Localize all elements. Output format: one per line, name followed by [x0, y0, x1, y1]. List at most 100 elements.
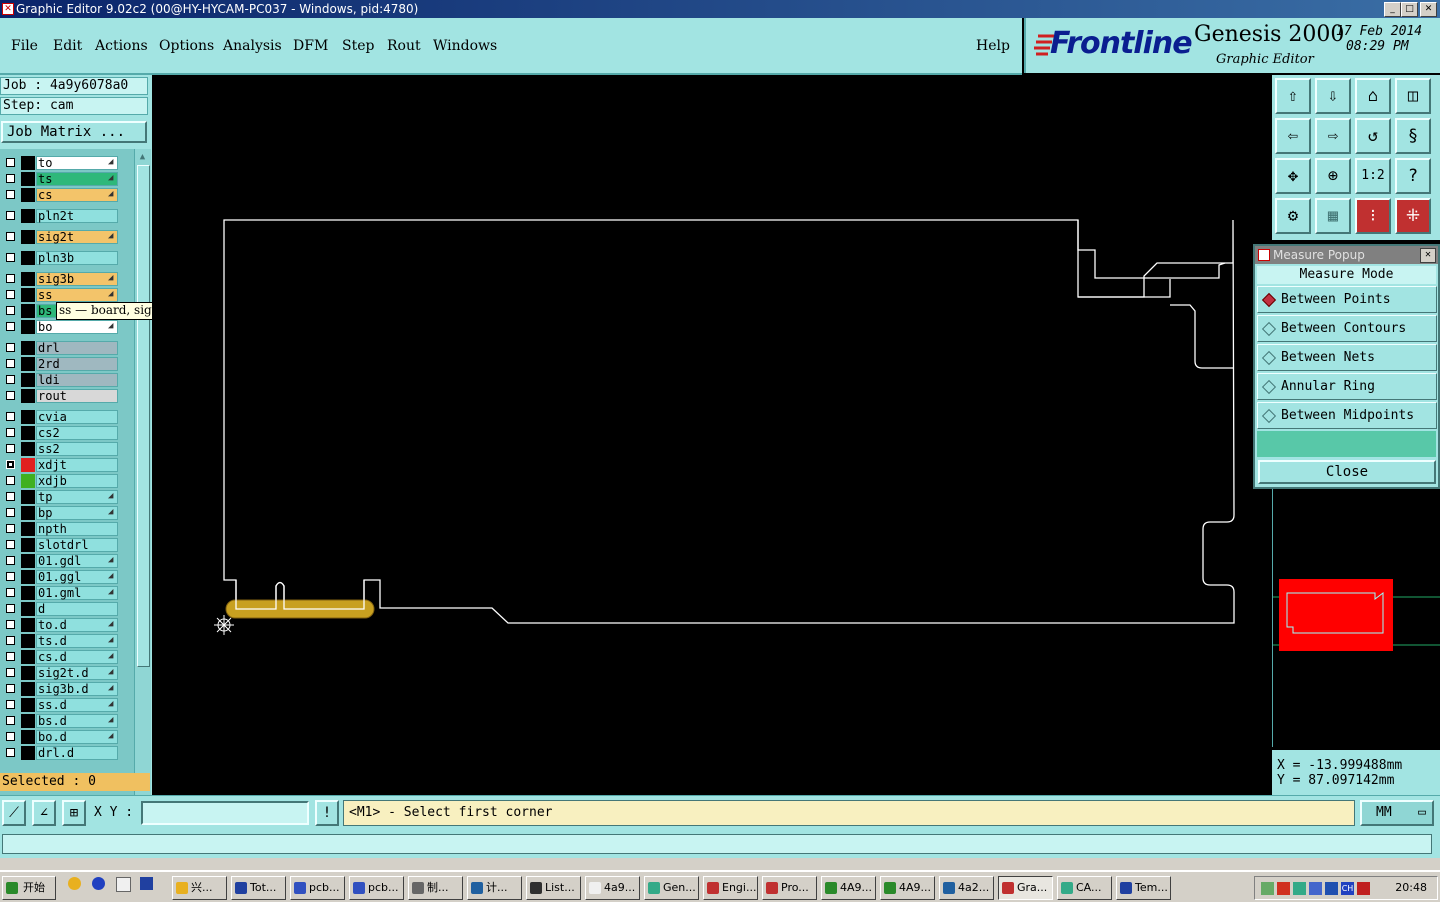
option-annular-ring[interactable]: Annular Ring — [1257, 373, 1437, 400]
layer-color-swatch[interactable] — [21, 288, 35, 302]
minimize-button[interactable]: _ — [1384, 2, 1401, 17]
layer-color-swatch[interactable] — [21, 570, 35, 584]
layer-color-swatch[interactable] — [21, 506, 35, 520]
layer-row-ts[interactable]: ts ◢ — [0, 171, 134, 187]
layer-checkbox[interactable] — [6, 492, 15, 501]
scroll-up-icon[interactable]: ▲ — [137, 151, 148, 163]
layer-color-swatch[interactable] — [21, 341, 35, 355]
zoom-pan-up-button[interactable]: ⇧ — [1275, 78, 1311, 114]
layer-checkbox[interactable] — [6, 716, 15, 725]
measure-close-x[interactable]: ✕ — [1420, 248, 1436, 263]
layer-row-bo[interactable]: bo ◢ — [0, 319, 134, 335]
layer-color-swatch[interactable] — [21, 714, 35, 728]
layer-color-swatch[interactable] — [21, 602, 35, 616]
net-highlight-button[interactable]: ⁝ — [1355, 198, 1391, 234]
undo-view-button[interactable]: ↺ — [1355, 118, 1391, 154]
quicklaunch-save-icon[interactable] — [140, 877, 153, 890]
layer-name[interactable]: bo — [36, 320, 118, 334]
layer-row-pln3b[interactable]: pln3b — [0, 250, 134, 266]
layer-name[interactable]: to.d — [36, 618, 118, 632]
layer-checkbox[interactable] — [6, 322, 15, 331]
layer-checkbox[interactable] — [6, 274, 15, 283]
taskbar-task[interactable]: Engi... — [703, 876, 758, 900]
redraw-button[interactable]: § — [1395, 118, 1431, 154]
units-select[interactable]: MM ▭ — [1360, 800, 1434, 826]
layer-row-ss2[interactable]: ss2 — [0, 441, 134, 457]
layer-row-pln2t[interactable]: pln2t — [0, 208, 134, 224]
layer-color-swatch[interactable] — [21, 730, 35, 744]
layer-checkbox[interactable] — [6, 652, 15, 661]
layer-row-2rd[interactable]: 2rd — [0, 356, 134, 372]
zoom-out-button[interactable]: ⊕ — [1315, 158, 1351, 194]
layer-color-swatch[interactable] — [21, 618, 35, 632]
layer-name[interactable]: to — [36, 156, 118, 170]
layer-row-bs-d[interactable]: bs.d ◢ — [0, 713, 134, 729]
start-button[interactable]: 开始 — [2, 876, 56, 900]
layer-color-swatch[interactable] — [21, 188, 35, 202]
help-button[interactable]: ? — [1395, 158, 1431, 194]
taskbar-task[interactable]: CA... — [1057, 876, 1112, 900]
layer-name[interactable]: ss.d — [36, 698, 118, 712]
layer-color-swatch[interactable] — [21, 554, 35, 568]
layer-row-slotdrl[interactable]: slotdrl — [0, 537, 134, 553]
layer-checkbox[interactable] — [6, 444, 15, 453]
layer-row-ss[interactable]: ss ◢ — [0, 287, 134, 303]
layer-color-swatch[interactable] — [21, 634, 35, 648]
layer-row-01-gdl[interactable]: 01.gdl ◢ — [0, 553, 134, 569]
layer-checkbox[interactable] — [6, 375, 15, 384]
home-button[interactable]: ⌂ — [1355, 78, 1391, 114]
layer-color-swatch[interactable] — [21, 458, 35, 472]
window-layout-button[interactable]: ◫ — [1395, 78, 1431, 114]
layer-checkbox[interactable] — [6, 306, 15, 315]
layer-row-npth[interactable]: npth — [0, 521, 134, 537]
maximize-button[interactable]: □ — [1401, 2, 1418, 17]
quicklaunch-notepad-icon[interactable] — [116, 877, 131, 892]
layer-color-swatch[interactable] — [21, 666, 35, 680]
layer-row-bo-d[interactable]: bo.d ◢ — [0, 729, 134, 745]
layer-checkbox[interactable] — [6, 412, 15, 421]
layer-row-sig2t-d[interactable]: sig2t.d ◢ — [0, 665, 134, 681]
layer-checkbox[interactable] — [6, 428, 15, 437]
tray-input-icon[interactable] — [1325, 882, 1338, 895]
layer-row-ldi[interactable]: ldi — [0, 372, 134, 388]
grid-snap-button[interactable]: ⊞ — [62, 800, 86, 826]
layer-checkbox[interactable] — [6, 700, 15, 709]
layer-name[interactable]: xdjb — [36, 474, 118, 488]
taskbar-task[interactable]: pcb... — [290, 876, 345, 900]
layer-color-swatch[interactable] — [21, 320, 35, 334]
layer-checkbox[interactable] — [6, 460, 15, 469]
layer-color-swatch[interactable] — [21, 156, 35, 170]
layer-color-swatch[interactable] — [21, 272, 35, 286]
option-between-nets[interactable]: Between Nets — [1257, 344, 1437, 371]
taskbar-task[interactable]: List... — [526, 876, 581, 900]
layer-row-01-gml[interactable]: 01.gml ◢ — [0, 585, 134, 601]
option-between-contours[interactable]: Between Contours — [1257, 315, 1437, 342]
snap-settings-button[interactable]: ⚙ — [1275, 198, 1311, 234]
layer-name[interactable]: cs2 — [36, 426, 118, 440]
layer-name[interactable]: xdjt — [36, 458, 118, 472]
layer-name[interactable]: pln3b — [36, 251, 118, 265]
layer-row-drl-d[interactable]: drl.d — [0, 745, 134, 761]
graphic-canvas[interactable] — [152, 75, 1272, 795]
measure-close-button[interactable]: Close — [1258, 460, 1436, 484]
menu-options[interactable]: Options — [159, 38, 214, 54]
tray-sync-icon[interactable] — [1293, 882, 1306, 895]
scroll-thumb[interactable] — [137, 165, 150, 667]
layer-checkbox[interactable] — [6, 572, 15, 581]
layer-name[interactable]: bo.d — [36, 730, 118, 744]
layer-row-tp[interactable]: tp ◢ — [0, 489, 134, 505]
layer-row-cs[interactable]: cs ◢ — [0, 187, 134, 203]
layer-name[interactable]: 01.gdl — [36, 554, 118, 568]
layer-name[interactable]: pln2t — [36, 209, 118, 223]
snap-mode-button[interactable]: ⟋ — [2, 800, 26, 826]
layer-row-to[interactable]: to ◢ — [0, 155, 134, 171]
tray-acrobat-icon[interactable] — [1277, 882, 1290, 895]
layer-row-cs2[interactable]: cs2 — [0, 425, 134, 441]
layer-name[interactable]: cs — [36, 188, 118, 202]
layer-color-swatch[interactable] — [21, 230, 35, 244]
layer-name[interactable]: drl — [36, 341, 118, 355]
pan-left-button[interactable]: ⇦ — [1275, 118, 1311, 154]
close-window-button[interactable]: ✕ — [1420, 2, 1437, 17]
layer-checkbox[interactable] — [6, 174, 15, 183]
taskbar-task[interactable]: 4a9... — [585, 876, 640, 900]
